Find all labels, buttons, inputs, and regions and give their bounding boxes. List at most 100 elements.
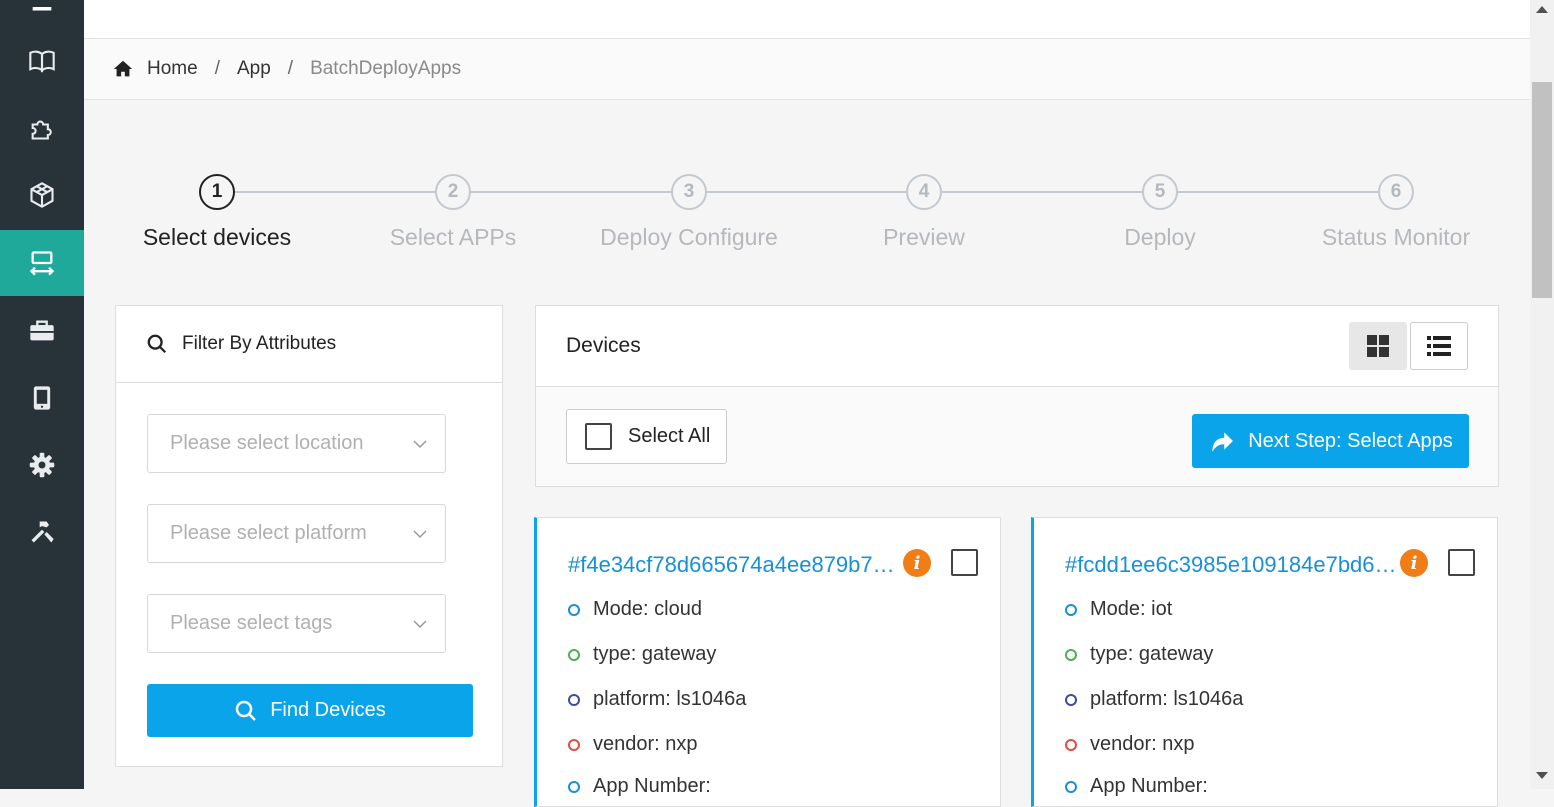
scroll-down-icon[interactable] xyxy=(1536,772,1548,779)
scrollbar-thumb[interactable] xyxy=(1532,82,1552,298)
chevron-down-icon xyxy=(413,440,427,449)
find-devices-button[interactable]: Find Devices xyxy=(147,684,473,737)
next-step-button[interactable]: Next Step: Select Apps xyxy=(1192,414,1469,468)
platform-placeholder: Please select platform xyxy=(170,522,367,544)
step-select-devices[interactable]: 1 Select devices xyxy=(97,174,337,251)
breadcrumb-separator: / xyxy=(214,58,220,79)
bullet-icon xyxy=(1065,648,1077,661)
device-id-link[interactable]: #f4e34cf78d665674a4ee879b70… xyxy=(568,552,902,578)
step-label: Deploy xyxy=(1124,224,1196,250)
device-mode: Mode: cloud xyxy=(568,598,702,621)
bullet-icon xyxy=(1065,693,1077,706)
puzzle-icon xyxy=(31,120,52,140)
checkbox[interactable] xyxy=(585,423,612,450)
breadcrumb: Home / App / BatchDeployApps xyxy=(84,39,1530,100)
tablet-icon xyxy=(33,386,51,410)
briefcase-icon xyxy=(30,320,54,341)
attr-text: Mode: iot xyxy=(1090,598,1173,620)
gear-icon xyxy=(29,452,55,478)
device-checkbox[interactable] xyxy=(1448,549,1475,576)
device-mode: Mode: iot xyxy=(1065,598,1172,621)
breadcrumb-current: BatchDeployApps xyxy=(310,58,462,79)
devices-toolbar: Select All Next Step: Select Apps xyxy=(536,387,1498,486)
sidebar-item-tools[interactable] xyxy=(0,499,84,565)
step-select-apps[interactable]: 2 Select APPs xyxy=(333,174,573,251)
sidebar-item-apps[interactable] xyxy=(0,162,84,228)
device-card[interactable]: #f4e34cf78d665674a4ee879b70… i Mode: clo… xyxy=(534,517,1001,807)
sidebar xyxy=(0,0,84,789)
filter-title: Filter By Attributes xyxy=(182,333,337,354)
sidebar-item-plugins[interactable] xyxy=(0,95,84,161)
home-icon[interactable] xyxy=(112,58,134,80)
step-preview[interactable]: 4 Preview xyxy=(804,174,1044,251)
attr-text: vendor: nxp xyxy=(1090,733,1195,755)
tags-placeholder: Please select tags xyxy=(170,612,333,634)
device-app-number: App Number: xyxy=(1065,775,1208,798)
grid-icon xyxy=(1367,335,1389,357)
step-deploy-configure[interactable]: 3 Deploy Configure xyxy=(569,174,809,251)
step-label: Deploy Configure xyxy=(600,224,778,250)
bullet-icon xyxy=(1065,603,1077,616)
attr-text: Mode: cloud xyxy=(593,598,702,620)
cube-icon xyxy=(30,182,54,208)
list-view-button[interactable] xyxy=(1410,322,1468,370)
sidebar-item-devices[interactable] xyxy=(0,365,84,431)
location-placeholder: Please select location xyxy=(170,432,364,454)
menu-icon xyxy=(32,7,52,11)
device-app-number: App Number: xyxy=(568,775,711,798)
attr-text: type: gateway xyxy=(593,643,717,665)
next-step-label: Next Step: Select Apps xyxy=(1248,429,1453,452)
step-number: 3 xyxy=(671,174,707,210)
platform-select[interactable]: Please select platform xyxy=(147,504,446,563)
tools-icon xyxy=(31,521,54,543)
attr-text: App Number: xyxy=(593,775,711,797)
deploy-icon xyxy=(29,251,55,276)
device-type: type: gateway xyxy=(568,643,716,666)
step-number: 1 xyxy=(199,174,235,210)
step-number: 6 xyxy=(1378,174,1414,210)
step-number: 4 xyxy=(906,174,942,210)
bullet-icon xyxy=(568,693,580,706)
device-card[interactable]: #fcdd1ee6c3985e109184e7bd6… i Mode: iot … xyxy=(1031,517,1498,807)
attr-text: platform: ls1046a xyxy=(1090,688,1244,710)
attr-text: vendor: nxp xyxy=(593,733,698,755)
search-icon xyxy=(147,334,167,354)
devices-title: Devices xyxy=(566,334,641,357)
step-status-monitor[interactable]: 6 Status Monitor xyxy=(1276,174,1516,251)
bullet-icon xyxy=(568,648,580,661)
select-all-label: Select All xyxy=(628,425,711,447)
breadcrumb-home[interactable]: Home xyxy=(147,58,198,80)
filter-panel: Filter By Attributes Please select locat… xyxy=(115,305,503,767)
tags-select[interactable]: Please select tags xyxy=(147,594,446,653)
list-icon xyxy=(1427,336,1451,356)
device-checkbox[interactable] xyxy=(951,549,978,576)
device-vendor: vendor: nxp xyxy=(568,733,698,756)
info-icon[interactable]: i xyxy=(1400,549,1428,577)
device-platform: platform: ls1046a xyxy=(1065,688,1243,711)
top-header xyxy=(84,0,1530,39)
scroll-up-icon[interactable] xyxy=(1536,6,1548,13)
book-icon xyxy=(29,50,55,73)
filter-header: Filter By Attributes xyxy=(116,306,502,383)
device-type: type: gateway xyxy=(1065,643,1213,666)
sidebar-item-deploy[interactable] xyxy=(0,230,84,296)
sidebar-item-docs[interactable] xyxy=(0,28,84,94)
grid-view-button[interactable] xyxy=(1349,322,1407,370)
attr-text: App Number: xyxy=(1090,775,1208,797)
step-label: Select devices xyxy=(142,224,292,250)
device-platform: platform: ls1046a xyxy=(568,688,746,711)
bullet-icon xyxy=(568,603,580,616)
breadcrumb-app[interactable]: App xyxy=(237,58,271,80)
attr-text: type: gateway xyxy=(1090,643,1214,665)
devices-panel: Devices Select All Next Step: Select App… xyxy=(535,305,1499,487)
sidebar-item-jobs[interactable] xyxy=(0,298,84,364)
bullet-icon xyxy=(1065,738,1077,751)
step-deploy[interactable]: 5 Deploy xyxy=(1040,174,1280,251)
share-arrow-icon xyxy=(1212,432,1234,452)
location-select[interactable]: Please select location xyxy=(147,414,446,473)
info-icon[interactable]: i xyxy=(903,549,931,577)
step-number: 2 xyxy=(435,174,471,210)
device-id-link[interactable]: #fcdd1ee6c3985e109184e7bd6… xyxy=(1065,552,1399,578)
sidebar-item-settings[interactable] xyxy=(0,432,84,498)
select-all-checkbox[interactable]: Select All xyxy=(566,409,727,464)
